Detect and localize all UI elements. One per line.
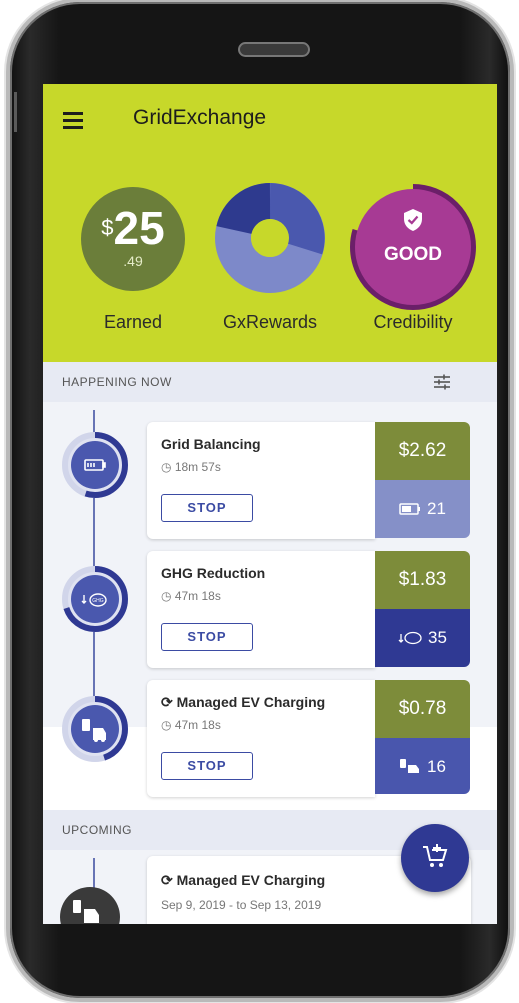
activity-amount: $2.62 <box>375 422 470 480</box>
ev-charger-icon <box>73 900 99 923</box>
svg-text:GHG: GHG <box>92 598 104 604</box>
battery-icon <box>399 503 421 515</box>
shield-check-icon <box>404 209 422 231</box>
happening-now-header: HAPPENING NOW <box>43 362 497 402</box>
clock-icon: ◷ <box>161 460 175 474</box>
activity-progress-ring <box>62 432 128 498</box>
stop-button[interactable]: STOP <box>161 752 253 780</box>
activity-time: ◷ 47m 18s <box>161 718 221 732</box>
ev-charger-icon <box>400 759 420 773</box>
activity-title: ⟳ Managed EV Charging <box>161 694 326 710</box>
upcoming-title: ⟳ Managed EV Charging <box>161 872 326 888</box>
activity-card[interactable]: ⟳ Managed EV Charging ◷ 47m 18s STOP <box>147 680 375 797</box>
app-title: GridExchange <box>133 106 267 129</box>
earned-cents: .49 <box>123 253 143 269</box>
header: GridExchange $25 .49 GOOD Earned GxRewar… <box>43 84 497 362</box>
sync-icon: ⟳ <box>161 872 177 888</box>
activity-card[interactable]: Grid Balancing ◷ 18m 57s STOP <box>147 422 375 539</box>
side-button <box>14 92 17 132</box>
activity-metric: 35 <box>375 609 470 667</box>
gxrewards-label: GxRewards <box>222 312 318 332</box>
add-to-cart-button[interactable] <box>401 824 469 892</box>
activity-metric: 21 <box>375 480 470 538</box>
phone-frame: GridExchange $25 .49 GOOD Earned GxRewar… <box>10 2 510 998</box>
app-screen: GridExchange $25 .49 GOOD Earned GxRewar… <box>43 84 497 924</box>
activity-title: GHG Reduction <box>161 565 266 581</box>
activity-time: ◷ 47m 18s <box>161 589 221 603</box>
activity-title: Grid Balancing <box>161 436 261 452</box>
activity-amount: $1.83 <box>375 551 470 609</box>
activity-amount: $0.78 <box>375 680 470 738</box>
earned-label: Earned <box>103 312 163 332</box>
earned-whole: 25 <box>113 202 165 254</box>
earned-currency: $ <box>101 215 114 240</box>
ghg-icon <box>398 631 422 645</box>
earned-stat[interactable]: $25 .49 <box>81 187 185 291</box>
filter-icon[interactable] <box>433 374 451 390</box>
upcoming-label: UPCOMING <box>62 823 132 837</box>
activity-metric: 16 <box>375 738 470 794</box>
clock-icon: ◷ <box>161 589 175 603</box>
activity-progress-ring: GHG <box>62 566 128 632</box>
activity-progress-ring <box>62 696 128 762</box>
stop-button[interactable]: STOP <box>161 494 253 522</box>
stop-button[interactable]: STOP <box>161 623 253 651</box>
credibility-label: Credibility <box>373 312 453 332</box>
activity-card[interactable]: GHG Reduction ◷ 47m 18s STOP <box>147 551 375 668</box>
speaker-grille <box>238 42 310 57</box>
menu-icon[interactable] <box>63 112 83 129</box>
clock-icon: ◷ <box>161 718 175 732</box>
credibility-value: GOOD <box>383 244 443 265</box>
cart-plus-icon <box>423 844 448 867</box>
happening-now-label: HAPPENING NOW <box>62 375 172 389</box>
gxrewards-donut-chart[interactable] <box>215 183 325 293</box>
activity-time: ◷ 18m 57s <box>161 460 221 474</box>
sync-icon: ⟳ <box>161 694 177 710</box>
timeline-line <box>93 858 95 888</box>
upcoming-dates: Sep 9, 2019 - to Sep 13, 2019 <box>161 898 322 912</box>
